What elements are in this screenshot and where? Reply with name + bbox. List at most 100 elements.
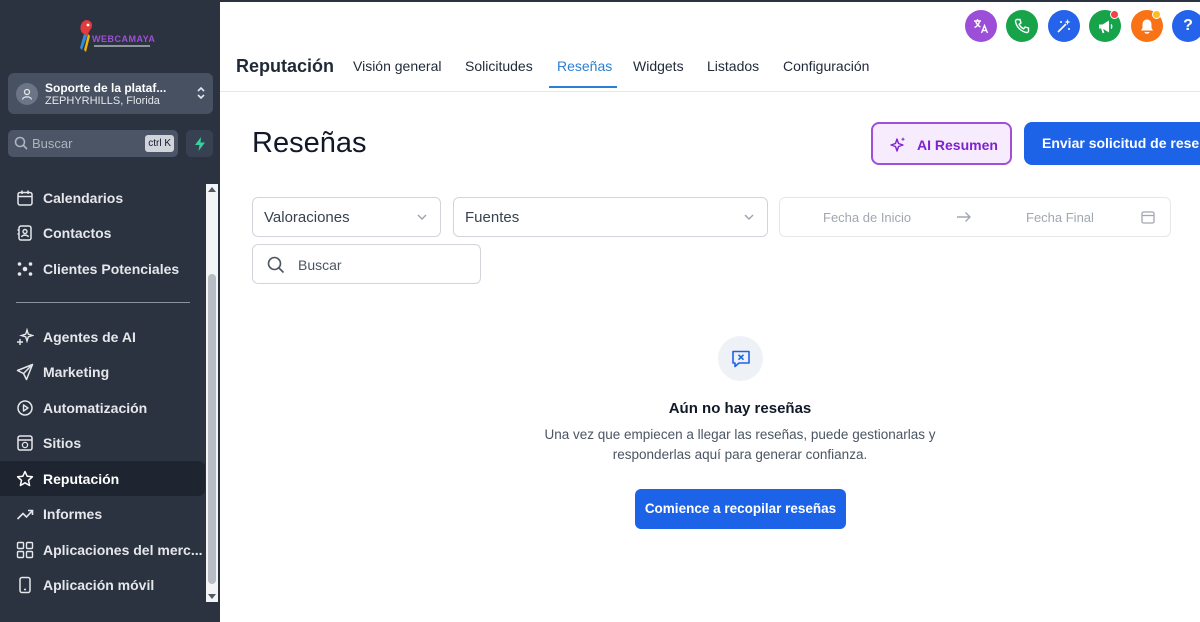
logo[interactable]: WEBCAMAYA [74, 18, 156, 58]
ratings-select[interactable]: Valoraciones [252, 197, 441, 237]
sidebar-item-label: Clientes Potenciales [43, 261, 180, 277]
account-location: ZEPHYRHILLS, Florida [45, 95, 160, 107]
help-button[interactable]: ? [1172, 10, 1200, 42]
chevron-down-icon [417, 214, 427, 220]
scrollbar-thumb[interactable] [208, 274, 216, 584]
sidebar-item-aplicaciones[interactable]: Aplicaciones del merc... [0, 532, 205, 567]
scroll-down-icon[interactable] [208, 594, 216, 599]
sidebar-item-aplicacion-movil[interactable]: Aplicación móvil [0, 567, 205, 602]
sidebar-item-label: Automatización [43, 400, 148, 416]
empty-state-description: Una vez que empiecen a llegar las reseña… [520, 425, 960, 465]
tab-solicitudes[interactable]: Solicitudes [465, 58, 533, 74]
ai-summary-label: AI Resumen [917, 137, 998, 153]
contacts-icon [17, 225, 32, 241]
ratings-select-value: Valoraciones [264, 209, 350, 226]
mobile-icon [19, 576, 31, 594]
sidebar-item-label: Reputación [43, 471, 120, 487]
arrow-right-icon [957, 212, 971, 222]
help-icon: ? [1183, 17, 1193, 34]
search-icon [14, 136, 28, 150]
trend-icon [16, 509, 34, 520]
automation-icon [17, 400, 33, 416]
empty-state-line: Una vez que empiecen a llegar las reseña… [544, 427, 936, 442]
tab-vision-general[interactable]: Visión general [353, 58, 441, 74]
sources-select-value: Fuentes [465, 209, 520, 226]
announcements-button[interactable] [1089, 10, 1121, 42]
notification-dot [1152, 10, 1161, 19]
sites-icon [17, 435, 33, 451]
reviews-search-input[interactable]: Buscar [252, 244, 481, 284]
apps-grid-icon [16, 541, 34, 559]
sidebar-scrollbar[interactable] [206, 184, 218, 602]
phone-icon [1014, 18, 1030, 34]
send-review-request-button[interactable]: Enviar solicitud de reseña [1024, 122, 1200, 165]
tab-resenas[interactable]: Reseñas [557, 58, 612, 74]
logo-tagline [94, 45, 150, 47]
magic-icon [1057, 19, 1071, 33]
sidebar-item-informes[interactable]: Informes [0, 496, 205, 531]
sidebar-item-calendarios[interactable]: Calendarios [0, 180, 205, 215]
ai-summary-button[interactable]: AI Resumen [871, 122, 1012, 165]
sidebar-item-label: Contactos [43, 225, 112, 241]
scroll-up-icon[interactable] [208, 187, 216, 192]
phone-button[interactable] [1006, 10, 1038, 42]
top-border [220, 0, 1200, 2]
user-avatar-icon [16, 83, 38, 105]
sparkles-icon [890, 137, 906, 152]
sidebar-item-sitios[interactable]: Sitios [0, 425, 205, 460]
calendar-icon [1141, 211, 1155, 224]
bell-icon [1141, 19, 1153, 34]
sidebar-item-label: Calendarios [43, 190, 124, 206]
account-switcher[interactable]: Soporte de la plataf... ZEPHYRHILLS, Flo… [8, 73, 213, 114]
sidebar-item-label: Informes [43, 506, 103, 522]
header-divider [220, 91, 1200, 92]
account-name: Soporte de la plataf... [45, 81, 167, 95]
sidebar-search-input[interactable]: Buscar ctrl K [8, 130, 178, 157]
sparkle-icon [17, 328, 34, 345]
sidebar-item-clientes-potenciales[interactable]: Clientes Potenciales [0, 251, 205, 286]
sidebar-item-label: Aplicación móvil [43, 577, 155, 593]
sidebar-divider [16, 302, 190, 303]
notification-dot [1110, 10, 1119, 19]
page-title: Reseñas [252, 127, 367, 159]
lightning-icon [194, 136, 205, 151]
sidebar: WEBCAMAYA Soporte de la plataf... ZEPHYR… [0, 0, 220, 622]
sidebar-item-label: Agentes de AI [43, 329, 136, 345]
translate-icon [974, 19, 989, 34]
sidebar-item-label: Aplicaciones del merc... [43, 542, 203, 558]
notifications-button[interactable] [1131, 10, 1163, 42]
sidebar-item-agentes-ai[interactable]: Agentes de AI [0, 319, 205, 354]
start-date-input[interactable]: Fecha de Inicio [823, 210, 911, 225]
sidebar-item-label: Marketing [43, 364, 110, 380]
chevron-up-down-icon [197, 86, 205, 100]
quick-actions-button[interactable] [186, 130, 213, 157]
star-icon [16, 470, 34, 487]
send-review-request-label: Enviar solicitud de reseña [1042, 135, 1200, 151]
sidebar-item-marketing[interactable]: Marketing [0, 354, 205, 389]
tab-widgets[interactable]: Widgets [633, 58, 684, 74]
tab-configuracion[interactable]: Configuración [783, 58, 869, 74]
translate-button[interactable] [965, 10, 997, 42]
tab-listados[interactable]: Listados [707, 58, 759, 74]
date-range-picker[interactable]: Fecha de Inicio Fecha Final [779, 197, 1171, 237]
empty-state-title: Aún no hay reseñas [668, 400, 812, 417]
sidebar-item-contactos[interactable]: Contactos [0, 215, 205, 250]
module-title: Reputación [236, 56, 335, 76]
sidebar-item-automatizacion[interactable]: Automatización [0, 390, 205, 425]
calendar-icon [17, 190, 33, 206]
no-reviews-icon [718, 336, 763, 381]
start-collecting-reviews-button[interactable]: Comience a recopilar reseñas [635, 489, 846, 529]
sources-select[interactable]: Fuentes [453, 197, 768, 237]
sidebar-item-reputacion[interactable]: Reputación [0, 461, 205, 496]
logo-text: WEBCAMAYA [92, 34, 156, 44]
magic-button[interactable] [1048, 10, 1080, 42]
reviews-search-placeholder: Buscar [298, 257, 342, 273]
sidebar-item-label: Sitios [43, 435, 82, 451]
leads-icon [17, 262, 33, 276]
megaphone-icon [1098, 20, 1112, 33]
search-icon [267, 256, 285, 274]
chevron-down-icon [744, 214, 754, 220]
end-date-input[interactable]: Fecha Final [1026, 210, 1094, 225]
sidebar-search-placeholder: Buscar [32, 136, 73, 151]
empty-state-line: responderlas aquí para generar confianza… [612, 447, 868, 462]
